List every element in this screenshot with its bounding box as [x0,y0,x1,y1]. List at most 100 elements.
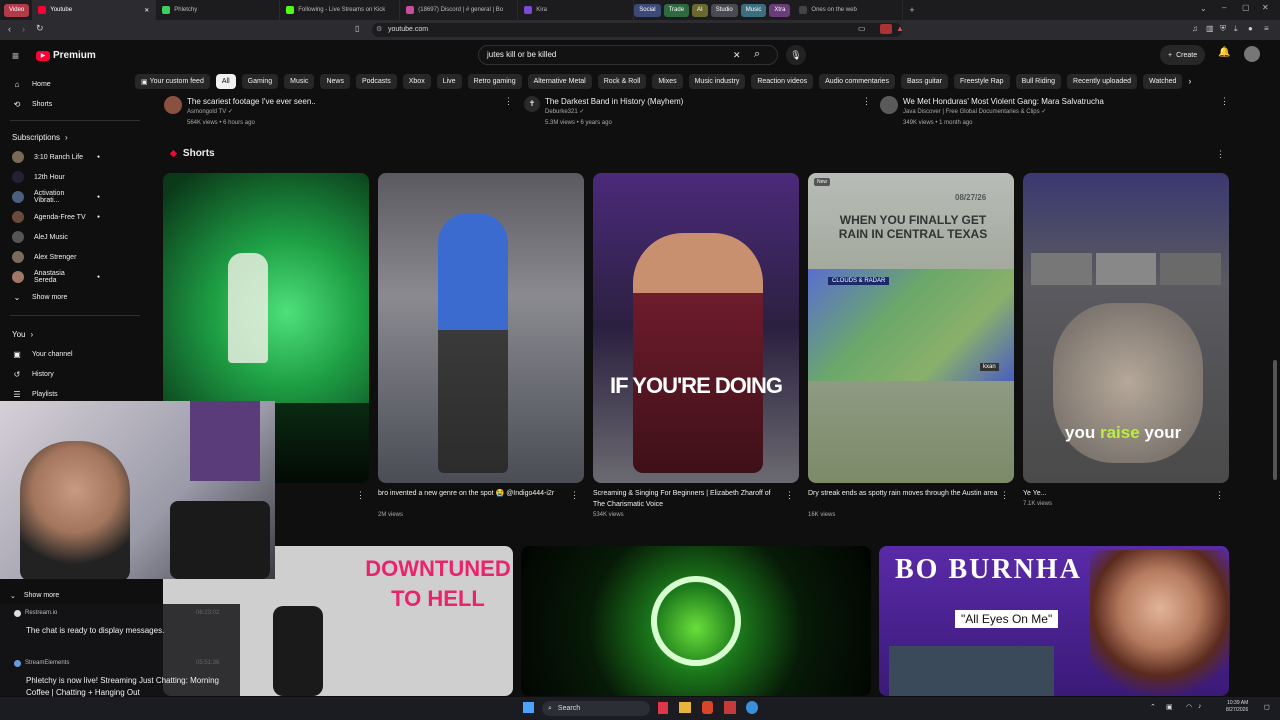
short-thumbnail[interactable] [378,173,584,483]
notifications-bell-icon[interactable]: 🔔 [1218,47,1230,58]
hamburger-menu-icon[interactable]: ≡ [12,49,19,63]
sidebar-item-home[interactable]: ⌂ Home [0,74,150,94]
show-more-button-2[interactable]: ⌄ Show more [10,592,59,600]
chip[interactable]: Mixes [652,74,683,89]
chip[interactable]: Audio commentaries [819,74,895,89]
subscription-item[interactable]: 12th Hour [0,167,150,187]
page-scrollbar[interactable] [1273,360,1277,480]
tab-kira[interactable]: Kira [518,0,635,20]
create-button[interactable]: + Create [1160,45,1206,65]
video-title[interactable]: The Darkest Band in History (Mayhem) [545,96,874,107]
more-options-icon[interactable]: ⋮ [570,490,579,501]
chip[interactable]: Retro gaming [467,74,522,89]
more-options-icon[interactable]: ⋮ [1220,96,1229,107]
clock[interactable]: 10:39 AM 8/27/2026 [1226,700,1248,714]
cast-icon[interactable]: ▭ [858,24,866,33]
tab-list-chevron-icon[interactable]: ⌄ [1200,4,1207,13]
more-options-icon[interactable]: ⋮ [356,490,365,501]
more-options-icon[interactable]: ⋮ [785,490,794,501]
tab-group-studio[interactable]: Studio [710,3,738,17]
forward-icon[interactable]: › [22,24,25,34]
channel-name[interactable]: Java Discover | Free Global Documentarie… [903,107,1230,118]
app-icon[interactable] [658,702,668,714]
chip[interactable]: Alternative Metal [527,74,592,89]
shorts-more-options-icon[interactable]: ⋮ [1216,149,1225,160]
extension-icon[interactable] [880,24,892,34]
short-thumbnail[interactable]: you raise your [1023,173,1229,483]
windows-start-icon[interactable] [523,702,534,713]
app-icon[interactable] [746,701,758,714]
chip[interactable]: Music industry [688,74,746,89]
chips-next-chevron-icon[interactable]: › [1188,74,1191,90]
channel-avatar[interactable] [880,96,898,114]
notification-center-icon[interactable]: ◻ [1264,703,1270,711]
short-thumbnail[interactable]: New 08/27/26 WHEN YOU FINALLY GET RAIN I… [808,173,1014,483]
you-heading[interactable]: You › [0,324,150,344]
subscription-item[interactable]: Activation Vibrati... ● [0,187,150,207]
chip[interactable]: Watched [1143,74,1183,89]
sidebar-icon[interactable]: ▥ [1206,24,1214,33]
channel-avatar[interactable] [164,96,182,114]
chip-all[interactable]: All [215,74,236,89]
subscriptions-heading[interactable]: Subscriptions › [0,127,150,147]
chip[interactable]: Reaction videos [751,74,814,89]
back-icon[interactable]: ‹ [8,24,11,34]
chip[interactable]: Bull Riding [1015,74,1062,89]
wifi-icon[interactable]: ◠ [1186,703,1192,711]
close-tab-icon[interactable]: ✕ [144,7,149,14]
chip[interactable]: Bass guitar [900,74,948,89]
site-info-icon[interactable]: ⚙ [376,23,382,37]
more-options-icon[interactable]: ⋮ [1215,490,1224,501]
subscription-item[interactable]: AleJ Music [0,227,150,247]
vpn-icon[interactable]: ▲ [896,24,904,33]
tab-ones-on-web[interactable]: Ones on the web [793,0,904,20]
close-window-icon[interactable]: ✕ [1262,3,1269,12]
chip[interactable]: News [320,74,350,89]
channel-name[interactable]: Asmongold TV ✓ [187,107,514,118]
brave-browser-icon[interactable] [702,701,713,714]
microphone-icon[interactable]: 🎙 [786,45,806,65]
video-item[interactable]: ✝ The Darkest Band in History (Mayhem) D… [524,96,874,129]
clear-search-icon[interactable]: ✕ [733,46,741,64]
new-tab-icon[interactable]: + [909,5,914,15]
chip[interactable]: Recently uploaded [1067,74,1138,89]
video-title[interactable]: The scariest footage I've ever seen.. [187,96,514,107]
volume-icon[interactable]: ♪ [1198,703,1202,710]
bookmark-icon[interactable]: ▯ [355,24,359,33]
more-options-icon[interactable]: ⋮ [1000,490,1009,501]
tray-app-icon[interactable]: ▣ [1166,703,1173,711]
download-icon[interactable]: ⤓ [1234,24,1238,34]
account-avatar[interactable] [1244,46,1260,62]
tab-youtube[interactable]: Youtube ✕ [32,0,157,20]
video-item[interactable]: We Met Honduras' Most Violent Gang: Mara… [880,96,1230,129]
search-icon[interactable]: ⌕ [754,48,760,61]
video-title[interactable]: We Met Honduras' Most Violent Gang: Mara… [903,96,1230,107]
youtube-logo[interactable]: ▶ Premium [36,50,96,61]
file-explorer-icon[interactable] [679,702,691,713]
short-title[interactable]: Screaming & Singing For Beginners | Eliz… [593,488,778,510]
system-tray-chevron-icon[interactable]: ⌃ [1150,703,1156,711]
address-bar[interactable]: ⚙ youtube.com [372,23,902,37]
tab-group-music[interactable]: Music [740,3,767,17]
short-title[interactable]: Dry streak ends as spotty rain moves thr… [808,488,998,499]
short-thumbnail[interactable]: IF YOU'RE DOING [593,173,799,483]
chip[interactable]: Gaming [241,74,279,89]
tab-kick-following[interactable]: Following - Live Streams on Kick [280,0,401,20]
shield-icon[interactable]: ⛨ [1220,24,1226,34]
subscription-item[interactable]: 3:10 Ranch Life ● [0,147,150,167]
show-more-button[interactable]: ⌄ Show more [0,287,150,307]
chip[interactable]: Rock & Roll [597,74,647,89]
tab-discord[interactable]: (18697) Discord | # general | Bo [400,0,519,20]
more-options-icon[interactable]: ⋮ [504,96,513,107]
minimize-icon[interactable]: – [1222,3,1226,12]
music-icon[interactable]: ♫ [1192,24,1198,33]
maximize-icon[interactable]: ▢ [1242,3,1250,12]
channel-avatar[interactable]: ✝ [524,96,540,112]
sidebar-item-shorts[interactable]: ⟲ Shorts [0,94,150,114]
profile-icon[interactable]: ● [1248,24,1253,33]
tab-group-trade[interactable]: Trade [663,3,690,17]
short-title[interactable]: bro invented a new genre on the spot 😭 @… [378,488,558,499]
menu-icon[interactable]: ≡ [1264,24,1269,33]
tab-group-video[interactable]: Video [4,3,30,17]
subscription-item[interactable]: Anastasia Sereda ● [0,267,150,287]
